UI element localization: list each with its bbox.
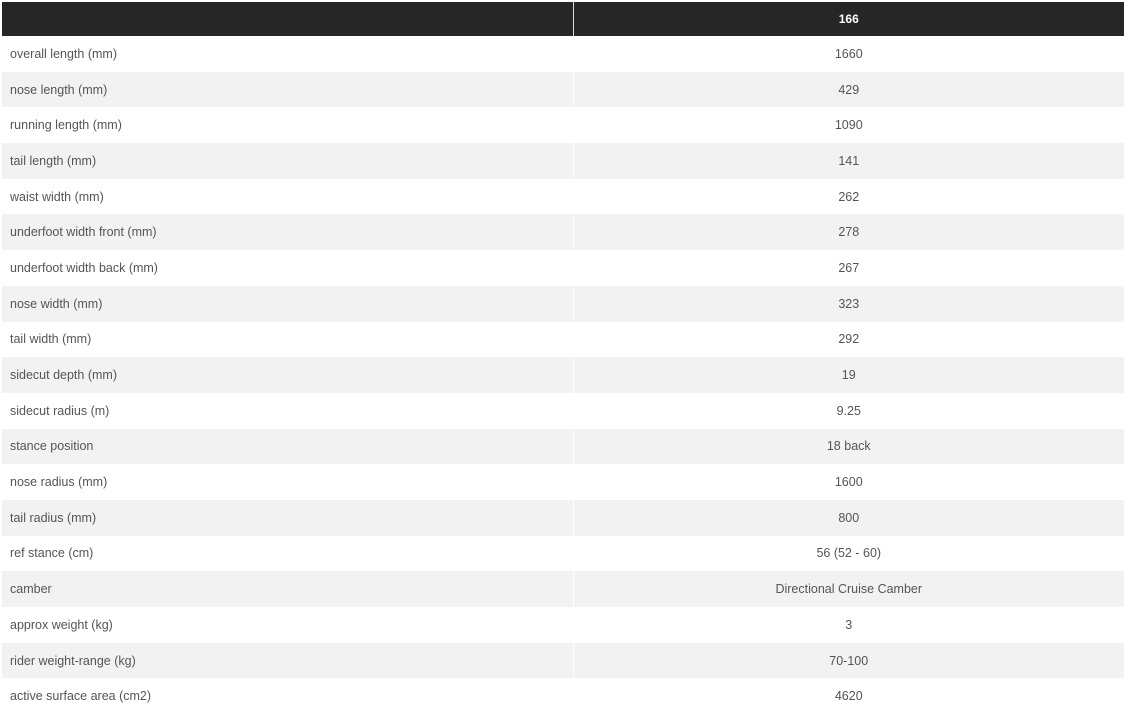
table-row: sidecut depth (mm) 19 [2, 357, 1124, 393]
row-value: 141 [573, 143, 1124, 179]
row-value: 18 back [573, 428, 1124, 465]
row-label: waist width (mm) [2, 178, 574, 215]
row-label: ref stance (cm) [2, 535, 574, 572]
row-value: 800 [573, 499, 1124, 536]
row-value: 292 [573, 321, 1124, 358]
table-row: sidecut radius (m) 9.25 [2, 392, 1124, 429]
row-label: tail length (mm) [2, 143, 574, 179]
row-value: 4620 [573, 678, 1124, 714]
table-row: tail width (mm) 292 [2, 321, 1124, 358]
table-row: nose length (mm) 429 [2, 71, 1124, 108]
row-label: nose radius (mm) [2, 464, 574, 500]
table-row: underfoot width front (mm) 278 [2, 214, 1124, 251]
row-label: tail radius (mm) [2, 499, 574, 536]
table-row: tail radius (mm) 800 [2, 499, 1124, 536]
row-label: active surface area (cm2) [2, 678, 574, 714]
row-label: tail width (mm) [2, 321, 574, 358]
spec-table: 166 overall length (mm) 1660 nose length… [2, 2, 1124, 714]
row-label: sidecut radius (m) [2, 392, 574, 429]
table-row: running length (mm) 1090 [2, 107, 1124, 144]
row-label: approx weight (kg) [2, 607, 574, 643]
row-label: camber [2, 571, 574, 607]
row-label: rider weight-range (kg) [2, 642, 574, 679]
row-value: 278 [573, 214, 1124, 251]
row-value: 1600 [573, 464, 1124, 500]
table-header-row: 166 [2, 2, 1124, 36]
row-value: 19 [573, 357, 1124, 393]
row-value: 323 [573, 285, 1124, 322]
row-label: running length (mm) [2, 107, 574, 144]
row-label: underfoot width back (mm) [2, 250, 574, 286]
row-value: Directional Cruise Camber [573, 571, 1124, 607]
header-label-cell [2, 2, 574, 36]
row-label: stance position [2, 428, 574, 465]
row-value: 56 (52 - 60) [573, 535, 1124, 572]
table-row: tail length (mm) 141 [2, 143, 1124, 179]
row-label: sidecut depth (mm) [2, 357, 574, 393]
row-label: nose length (mm) [2, 71, 574, 108]
row-value: 429 [573, 71, 1124, 108]
table-row: stance position 18 back [2, 428, 1124, 465]
row-value: 1090 [573, 107, 1124, 144]
row-value: 1660 [573, 36, 1124, 72]
row-value: 9.25 [573, 392, 1124, 429]
table-row: approx weight (kg) 3 [2, 607, 1124, 643]
table-row: active surface area (cm2) 4620 [2, 678, 1124, 714]
row-value: 267 [573, 250, 1124, 286]
table-row: underfoot width back (mm) 267 [2, 250, 1124, 286]
table-row: rider weight-range (kg) 70-100 [2, 642, 1124, 679]
row-value: 3 [573, 607, 1124, 643]
row-label: overall length (mm) [2, 36, 574, 72]
table-row: waist width (mm) 262 [2, 178, 1124, 215]
header-size-cell: 166 [573, 2, 1124, 36]
table-row: camber Directional Cruise Camber [2, 571, 1124, 607]
table-row: nose radius (mm) 1600 [2, 464, 1124, 500]
row-value: 262 [573, 178, 1124, 215]
row-label: nose width (mm) [2, 285, 574, 322]
table-row: ref stance (cm) 56 (52 - 60) [2, 535, 1124, 572]
row-value: 70-100 [573, 642, 1124, 679]
table-row: nose width (mm) 323 [2, 285, 1124, 322]
row-label: underfoot width front (mm) [2, 214, 574, 251]
table-row: overall length (mm) 1660 [2, 36, 1124, 72]
